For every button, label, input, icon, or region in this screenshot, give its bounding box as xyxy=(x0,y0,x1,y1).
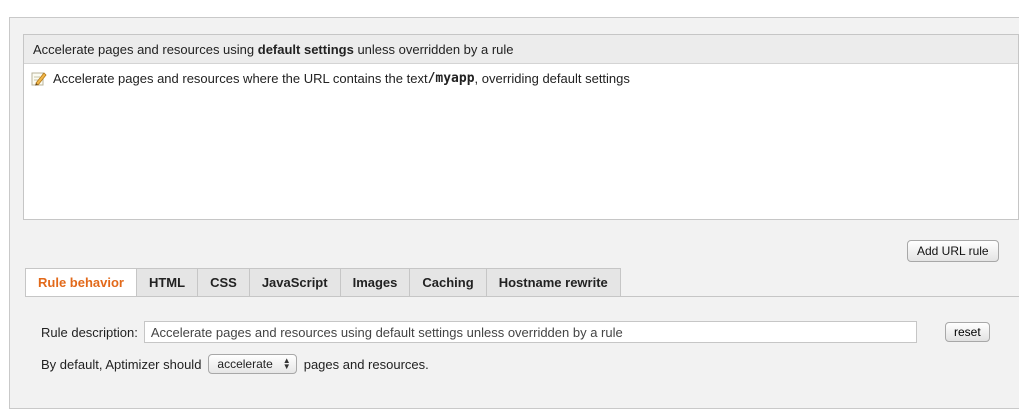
default-rule-bold: default settings xyxy=(257,42,354,57)
behavior-suffix: pages and resources. xyxy=(303,356,429,372)
behavior-row: By default, Aptimizer should accelerate … xyxy=(41,354,429,374)
add-url-rule-button[interactable]: Add URL rule xyxy=(907,240,999,262)
default-rule-row[interactable]: Accelerate pages and resources using def… xyxy=(24,35,1018,64)
tab-bar: Rule behavior HTML CSS JavaScript Images… xyxy=(25,268,621,297)
url-rule-suffix: , overriding default settings xyxy=(474,70,630,86)
url-rule-bold: /myapp xyxy=(427,70,475,86)
edit-icon[interactable] xyxy=(31,70,47,86)
tab-hostname-rewrite[interactable]: Hostname rewrite xyxy=(486,268,621,296)
default-rule-prefix: Accelerate pages and resources using xyxy=(33,42,258,57)
default-rule-suffix: unless overridden by a rule xyxy=(353,42,514,57)
rule-behavior-panel: Rule description: reset By default, Apti… xyxy=(25,296,1019,391)
url-rule-row[interactable]: Accelerate pages and resources where the… xyxy=(24,64,1018,88)
rule-description-label: Rule description: xyxy=(41,324,138,340)
tab-html[interactable]: HTML xyxy=(136,268,199,296)
behavior-select-value: accelerate xyxy=(217,357,273,371)
tab-css[interactable]: CSS xyxy=(198,268,250,296)
tab-images[interactable]: Images xyxy=(340,268,411,296)
behavior-select[interactable]: accelerate ▲ ▼ xyxy=(208,354,297,374)
rules-list: Accelerate pages and resources using def… xyxy=(23,34,1019,220)
tab-rule-behavior[interactable]: Rule behavior xyxy=(25,268,137,297)
tab-javascript[interactable]: JavaScript xyxy=(249,268,341,296)
reset-button[interactable]: reset xyxy=(945,322,990,342)
url-rule-prefix: Accelerate pages and resources where the… xyxy=(53,70,428,86)
select-arrows-icon: ▲ ▼ xyxy=(282,356,291,371)
behavior-prefix: By default, Aptimizer should xyxy=(41,356,202,372)
rule-description-input[interactable] xyxy=(143,321,917,343)
tab-caching[interactable]: Caching xyxy=(410,268,487,296)
description-row: Rule description: xyxy=(41,321,917,343)
